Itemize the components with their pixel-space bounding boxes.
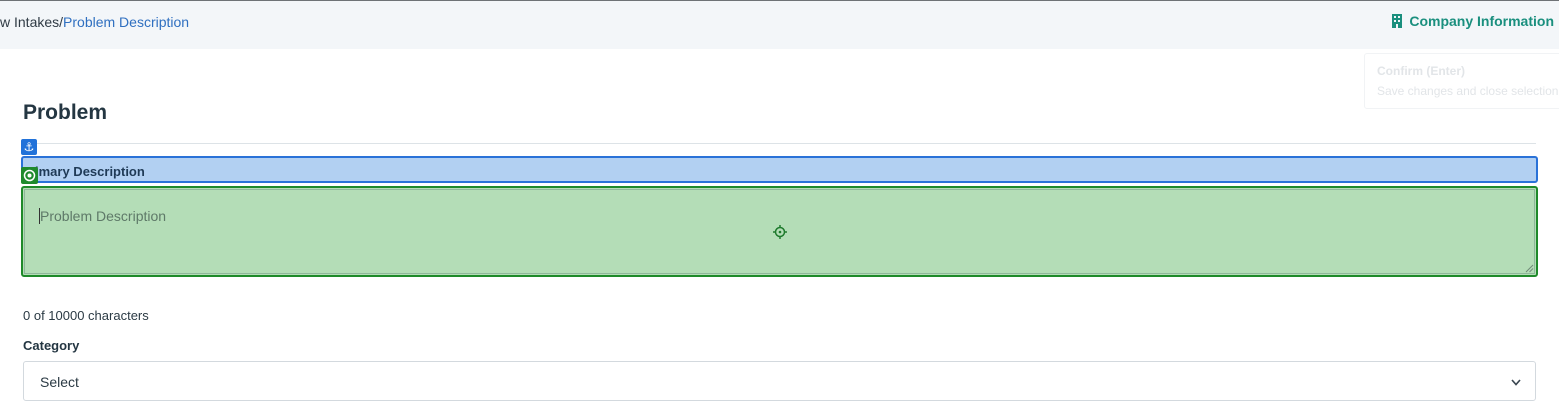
tooltip-description: Save changes and close selection v xyxy=(1377,84,1559,98)
chevron-down-icon xyxy=(1511,379,1521,386)
textarea-placeholder: Problem Description xyxy=(40,208,167,224)
primary-description-label: imary Description xyxy=(35,164,145,179)
category-label: Category xyxy=(23,338,80,353)
breadcrumb-current: Problem Description xyxy=(63,14,190,30)
company-information-link[interactable]: Company Information xyxy=(1391,13,1554,29)
top-bar: w Intakes/Problem Description Company In… xyxy=(0,0,1559,49)
breadcrumb: w Intakes/Problem Description xyxy=(0,14,189,30)
breadcrumb-parent-link[interactable]: w Intakes xyxy=(0,14,59,30)
character-count: 0 of 10000 characters xyxy=(23,308,149,323)
category-select[interactable]: Select xyxy=(23,361,1536,401)
tooltip-title: Confirm (Enter) xyxy=(1377,64,1465,78)
category-select-value: Select xyxy=(40,374,79,390)
section-title: Problem xyxy=(23,101,108,124)
problem-description-textarea[interactable]: Problem Description xyxy=(21,186,1538,277)
confirm-tooltip: Confirm (Enter) Save changes and close s… xyxy=(1364,53,1559,109)
target-icon xyxy=(21,167,38,184)
company-information-label: Company Information xyxy=(1409,13,1554,29)
anchor-icon: ⚓ xyxy=(21,139,37,155)
resize-handle-icon[interactable] xyxy=(1525,264,1534,273)
building-icon xyxy=(1392,14,1403,28)
section-divider xyxy=(23,143,1536,144)
crosshair-icon xyxy=(773,225,787,239)
primary-description-label-highlight: imary Description xyxy=(21,156,1538,183)
